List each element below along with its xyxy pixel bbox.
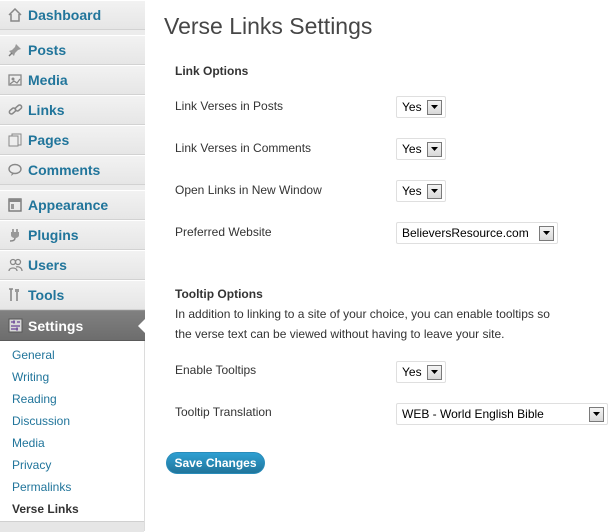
sidebar-item-links[interactable]: Links bbox=[0, 95, 145, 125]
submenu-item-media[interactable]: Media bbox=[12, 436, 45, 450]
sidebar-item-label: Plugins bbox=[28, 227, 79, 243]
tooltip-description-line-2: the verse text can be viewed without hav… bbox=[175, 327, 505, 341]
pushpin-icon bbox=[7, 42, 23, 58]
save-changes-button[interactable]: Save Changes bbox=[166, 452, 265, 474]
select-value: WEB - World English Bible bbox=[402, 407, 544, 421]
link-verses-comments-label: Link Verses in Comments bbox=[175, 141, 312, 155]
tooltip-options-heading: Tooltip Options bbox=[175, 287, 263, 301]
sidebar-item-comments[interactable]: Comments bbox=[0, 155, 145, 185]
tooltip-translation-label: Tooltip Translation bbox=[175, 405, 272, 419]
chain-link-icon bbox=[7, 102, 23, 118]
chevron-down-icon bbox=[427, 141, 442, 157]
sidebar-item-label: Comments bbox=[28, 162, 101, 178]
settings-submenu: General Writing Reading Discussion Media… bbox=[0, 341, 144, 521]
link-options-heading: Link Options bbox=[175, 64, 249, 78]
submenu-item-writing[interactable]: Writing bbox=[12, 370, 49, 384]
sidebar-item-tools[interactable]: Tools bbox=[0, 280, 145, 310]
select-value: Yes bbox=[402, 365, 422, 379]
select-value: Yes bbox=[402, 142, 422, 156]
sidebar-item-label: Tools bbox=[28, 287, 65, 303]
tooltip-description-line-1: In addition to linking to a site of your… bbox=[175, 307, 550, 321]
link-verses-posts-select[interactable]: Yes bbox=[396, 96, 446, 118]
sidebar-item-label: Media bbox=[28, 72, 68, 88]
sidebar-item-pages[interactable]: Pages bbox=[0, 125, 145, 155]
preferred-website-select[interactable]: BelieversResource.com bbox=[396, 222, 558, 244]
settings-icon bbox=[7, 318, 23, 334]
sidebar-item-label: Links bbox=[28, 102, 65, 118]
sidebar-item-users[interactable]: Users bbox=[0, 250, 145, 280]
submenu-item-reading[interactable]: Reading bbox=[12, 392, 57, 406]
sidebar-item-settings[interactable]: Settings bbox=[0, 310, 146, 341]
sidebar-item-media[interactable]: Media bbox=[0, 65, 145, 95]
sidebar-item-label: Users bbox=[28, 257, 67, 273]
submenu-item-general[interactable]: General bbox=[12, 348, 55, 362]
submenu-item-verse-links[interactable]: Verse Links bbox=[12, 502, 79, 516]
sidebar-item-posts[interactable]: Posts bbox=[0, 35, 145, 65]
tooltip-translation-select[interactable]: WEB - World English Bible bbox=[396, 403, 608, 425]
page-title: Verse Links Settings bbox=[164, 13, 373, 39]
select-value: Yes bbox=[402, 100, 422, 114]
select-value: Yes bbox=[402, 184, 422, 198]
admin-sidebar: Dashboard Posts Media Links Pages Commen… bbox=[0, 0, 146, 532]
preferred-website-label: Preferred Website bbox=[175, 225, 272, 239]
sidebar-item-label: Appearance bbox=[28, 197, 109, 213]
open-links-new-window-label: Open Links in New Window bbox=[175, 183, 322, 197]
plug-icon bbox=[7, 227, 23, 243]
chevron-down-icon bbox=[589, 406, 604, 422]
chevron-down-icon bbox=[427, 99, 442, 115]
appearance-icon bbox=[7, 197, 23, 213]
sidebar-item-dashboard[interactable]: Dashboard bbox=[0, 0, 145, 30]
speech-bubble-icon bbox=[7, 162, 23, 178]
chevron-down-icon bbox=[427, 364, 442, 380]
sidebar-item-label: Settings bbox=[28, 317, 84, 334]
sidebar-item-label: Posts bbox=[28, 42, 67, 58]
open-links-new-window-select[interactable]: Yes bbox=[396, 180, 446, 202]
sidebar-item-plugins[interactable]: Plugins bbox=[0, 220, 145, 250]
submenu-item-privacy[interactable]: Privacy bbox=[12, 458, 51, 472]
dashboard-icon bbox=[7, 7, 23, 23]
link-verses-posts-label: Link Verses in Posts bbox=[175, 99, 284, 113]
sidebar-item-label: Pages bbox=[28, 132, 70, 148]
users-icon bbox=[7, 257, 23, 273]
sidebar-item-appearance[interactable]: Appearance bbox=[0, 190, 145, 220]
submenu-item-discussion[interactable]: Discussion bbox=[12, 414, 70, 428]
media-icon bbox=[7, 72, 23, 88]
link-verses-comments-select[interactable]: Yes bbox=[396, 138, 446, 160]
enable-tooltips-label: Enable Tooltips bbox=[175, 363, 257, 377]
pages-icon bbox=[7, 132, 23, 148]
enable-tooltips-select[interactable]: Yes bbox=[396, 361, 446, 383]
select-value: BelieversResource.com bbox=[402, 226, 529, 240]
tools-icon bbox=[7, 287, 23, 303]
submenu-item-permalinks[interactable]: Permalinks bbox=[12, 480, 71, 494]
chevron-down-icon bbox=[427, 183, 442, 199]
sidebar-footer-divider bbox=[0, 521, 144, 532]
chevron-down-icon bbox=[539, 225, 554, 241]
sidebar-item-label: Dashboard bbox=[28, 7, 102, 23]
